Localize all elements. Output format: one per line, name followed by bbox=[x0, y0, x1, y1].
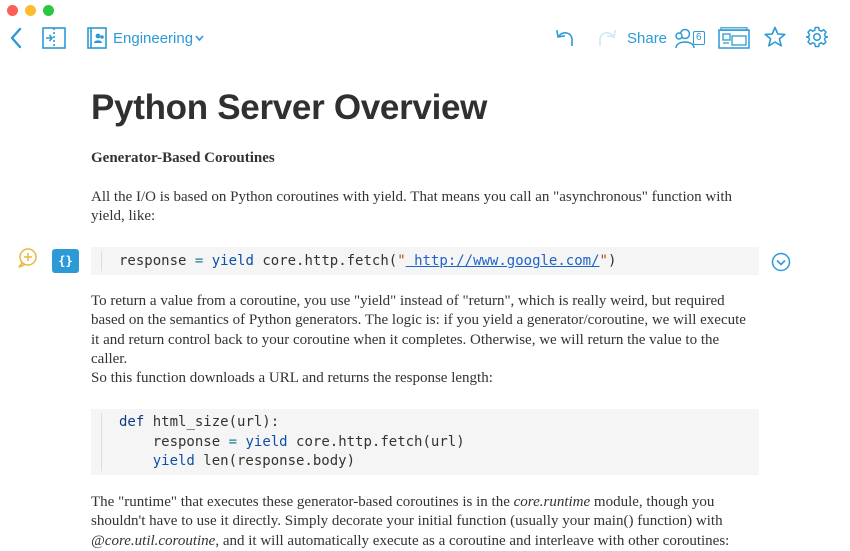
code-token: core.http.fetch(url) bbox=[287, 433, 465, 450]
present-button[interactable] bbox=[717, 26, 750, 50]
code-token: html_size(url): bbox=[144, 414, 280, 430]
redo-button[interactable] bbox=[596, 26, 618, 50]
code-token: ) bbox=[607, 253, 617, 269]
chevron-down-circle-icon[interactable] bbox=[771, 252, 791, 272]
window-close-button[interactable] bbox=[7, 5, 18, 16]
code-token: response bbox=[119, 433, 221, 450]
undo-button[interactable] bbox=[554, 26, 576, 50]
add-comment-icon[interactable] bbox=[17, 247, 39, 269]
users-icon bbox=[675, 28, 695, 49]
module-name: core.runtime bbox=[513, 494, 591, 510]
paragraph-intro[interactable]: All the I/O is based on Python coroutine… bbox=[91, 188, 761, 227]
code-block-badge[interactable]: {} bbox=[52, 249, 79, 273]
code-token: response bbox=[119, 253, 187, 269]
code-token: = bbox=[194, 253, 204, 269]
star-icon bbox=[764, 26, 786, 47]
window-maximize-button[interactable] bbox=[43, 5, 54, 16]
sidebar-toggle-button[interactable] bbox=[41, 26, 66, 50]
code-keyword: yield bbox=[211, 253, 254, 269]
code-block-html-size[interactable]: def html_size(url): response = yield cor… bbox=[91, 409, 759, 475]
code-keyword: yield bbox=[119, 453, 195, 469]
chevron-down-icon bbox=[195, 35, 204, 42]
code-url-link[interactable]: http://www.google.com/ bbox=[406, 253, 599, 269]
undo-icon bbox=[555, 29, 573, 46]
paragraph-line: based on the semantics of Python generat… bbox=[91, 312, 746, 329]
code-line: response = yield core.http.fetch(" http:… bbox=[119, 252, 759, 272]
user-count-badge: 6 bbox=[693, 31, 705, 45]
code-keyword: def bbox=[119, 414, 145, 430]
paragraph-line: caller. bbox=[91, 350, 128, 367]
code-line: response = yield core.http.fetch(url) bbox=[119, 433, 759, 453]
toolbar: Engineering Share 6 bbox=[0, 20, 850, 56]
code-line: def html_size(url): bbox=[119, 413, 759, 433]
share-label: Share bbox=[627, 29, 668, 47]
folder-label: Engineering bbox=[113, 29, 194, 47]
window-controls bbox=[7, 5, 54, 16]
back-button[interactable] bbox=[6, 26, 26, 50]
code-token: = bbox=[228, 433, 238, 450]
share-button[interactable]: Share 6 bbox=[627, 26, 705, 50]
paragraph-runtime[interactable]: The "runtime" that executes these genera… bbox=[91, 493, 761, 551]
redo-icon bbox=[599, 29, 617, 46]
code-string: " bbox=[599, 253, 608, 269]
code-block-fetch[interactable]: response = yield core.http.fetch(" http:… bbox=[91, 247, 759, 275]
page-title: Python Server Overview bbox=[91, 88, 488, 127]
favorite-button[interactable] bbox=[763, 25, 787, 49]
settings-button[interactable] bbox=[805, 25, 829, 49]
users-indicator: 6 bbox=[673, 27, 705, 49]
sidebar-toggle-icon bbox=[41, 27, 66, 49]
folder-selector[interactable]: Engineering bbox=[87, 26, 204, 50]
code-token: core.http.fetch( bbox=[262, 253, 398, 269]
paragraph-line: it and return control back to your corou… bbox=[91, 331, 720, 348]
code-string: " bbox=[397, 253, 406, 269]
gear-icon bbox=[806, 26, 828, 48]
code-line: yield len(response.body) bbox=[119, 452, 759, 472]
paragraph-text: , and it will automatically execute as a… bbox=[215, 532, 730, 549]
folder-people-icon bbox=[87, 27, 107, 49]
paragraph-line: So this function downloads a URL and ret… bbox=[91, 370, 493, 387]
code-keyword: yield bbox=[245, 433, 288, 450]
present-icon bbox=[717, 27, 750, 49]
decorator-name: @core.util.coroutine bbox=[91, 532, 216, 549]
paragraph-text: The "runtime" that executes these genera… bbox=[91, 494, 514, 510]
paragraph-line: To return a value from a coroutine, you … bbox=[91, 293, 725, 309]
section-heading: Generator-Based Coroutines bbox=[91, 150, 275, 166]
chevron-left-icon bbox=[10, 27, 22, 49]
window-minimize-button[interactable] bbox=[25, 5, 36, 16]
code-token: len(response.body) bbox=[194, 453, 356, 469]
paragraph-return-value[interactable]: To return a value from a coroutine, you … bbox=[91, 292, 761, 388]
